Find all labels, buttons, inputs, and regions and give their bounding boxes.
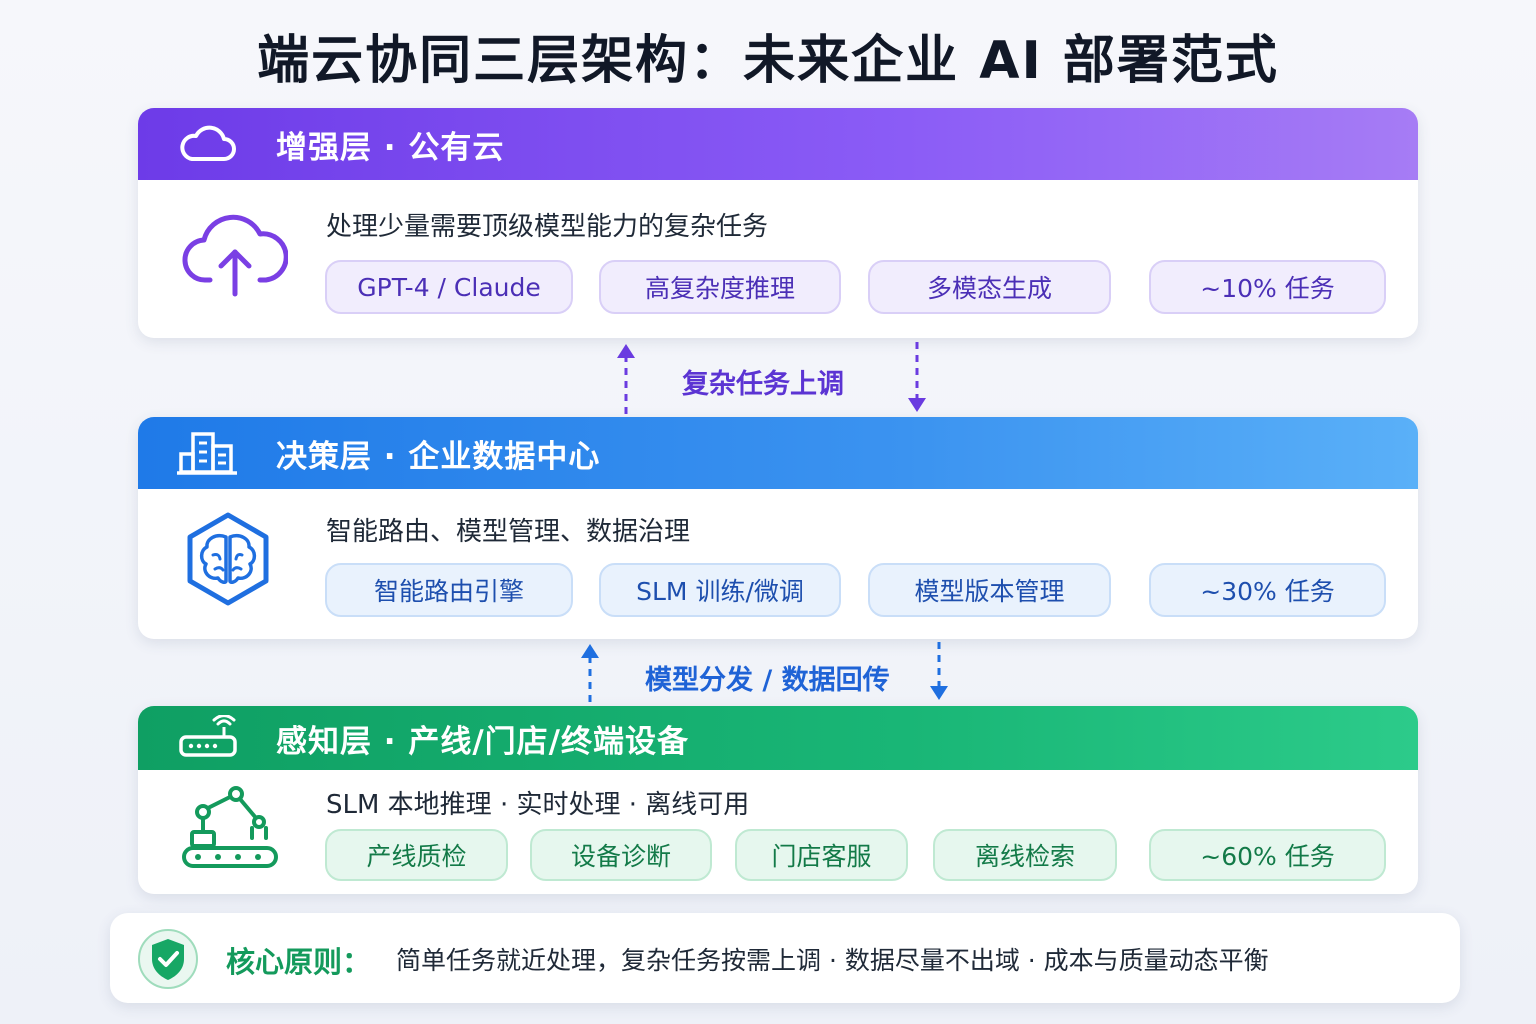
building-icon (176, 429, 240, 477)
page-title: 端云协同三层架构：未来企业 AI 部署范式 (257, 31, 1279, 91)
layer-cloud-header: 增强层 · 公有云 (138, 108, 1418, 180)
core-principle-bar: 核心原则： 简单任务就近处理，复杂任务按需上调 · 数据尽量不出域 · 成本与质… (110, 913, 1460, 1003)
layer-datacenter-tag: 智能路由引擎 (325, 563, 573, 617)
layer-cloud-tag: ~10% 任务 (1149, 260, 1386, 314)
robot-arm-icon (180, 786, 280, 874)
layer-datacenter-tag: 模型版本管理 (868, 563, 1111, 617)
shield-check-icon (136, 927, 200, 995)
layer-datacenter-title: 决策层 · 企业数据中心 (276, 438, 601, 475)
cloud-icon (176, 120, 240, 168)
layer-edge-tag: ~60% 任务 (1149, 829, 1386, 881)
layer-cloud-tag: GPT-4 / Claude (325, 260, 573, 314)
layer-cloud-tag: 多模态生成 (868, 260, 1111, 314)
layer-edge-desc: SLM 本地推理 · 实时处理 · 离线可用 (326, 790, 750, 820)
layer-cloud-tag: 高复杂度推理 (599, 260, 841, 314)
layer-cloud-title: 增强层 · 公有云 (276, 129, 505, 166)
layer-edge-tag: 门店客服 (735, 829, 908, 881)
layer-edge-tag: 设备诊断 (530, 829, 712, 881)
connector-label-dc-edge: 模型分发 / 数据回传 (645, 665, 890, 696)
connector-label-cloud-dc: 复杂任务上调 (682, 369, 844, 400)
layer-datacenter-card: 决策层 · 企业数据中心 智能路由、模型管理、数据治理 智能路由引擎 SLM 训… (138, 417, 1418, 639)
layer-datacenter-desc: 智能路由、模型管理、数据治理 (326, 517, 691, 547)
core-principle-text: 简单任务就近处理，复杂任务按需上调 · 数据尽量不出域 · 成本与质量动态平衡 (396, 946, 1269, 975)
layer-cloud-card: 增强层 · 公有云 处理少量需要顶级模型能力的复杂任务 GPT-4 / Clau… (138, 108, 1418, 338)
layer-edge-tag: 离线检索 (933, 829, 1117, 881)
layer-datacenter-tag: SLM 训练/微调 (599, 563, 841, 617)
brain-hexagon-icon (182, 511, 274, 611)
router-icon (176, 714, 240, 762)
cloud-upload-icon (182, 208, 289, 302)
layer-edge-title: 感知层 · 产线/门店/终端设备 (276, 723, 690, 760)
layer-datacenter-header: 决策层 · 企业数据中心 (138, 417, 1418, 489)
layer-edge-header: 感知层 · 产线/门店/终端设备 (138, 706, 1418, 770)
layer-edge-tag: 产线质检 (325, 829, 508, 881)
layer-edge-card: 感知层 · 产线/门店/终端设备 SLM 本地推理 · 实时处理 · 离线可用 … (138, 706, 1418, 894)
layer-datacenter-tag: ~30% 任务 (1149, 563, 1386, 617)
layer-cloud-desc: 处理少量需要顶级模型能力的复杂任务 (326, 212, 769, 242)
core-principle-label: 核心原则： (226, 945, 372, 979)
